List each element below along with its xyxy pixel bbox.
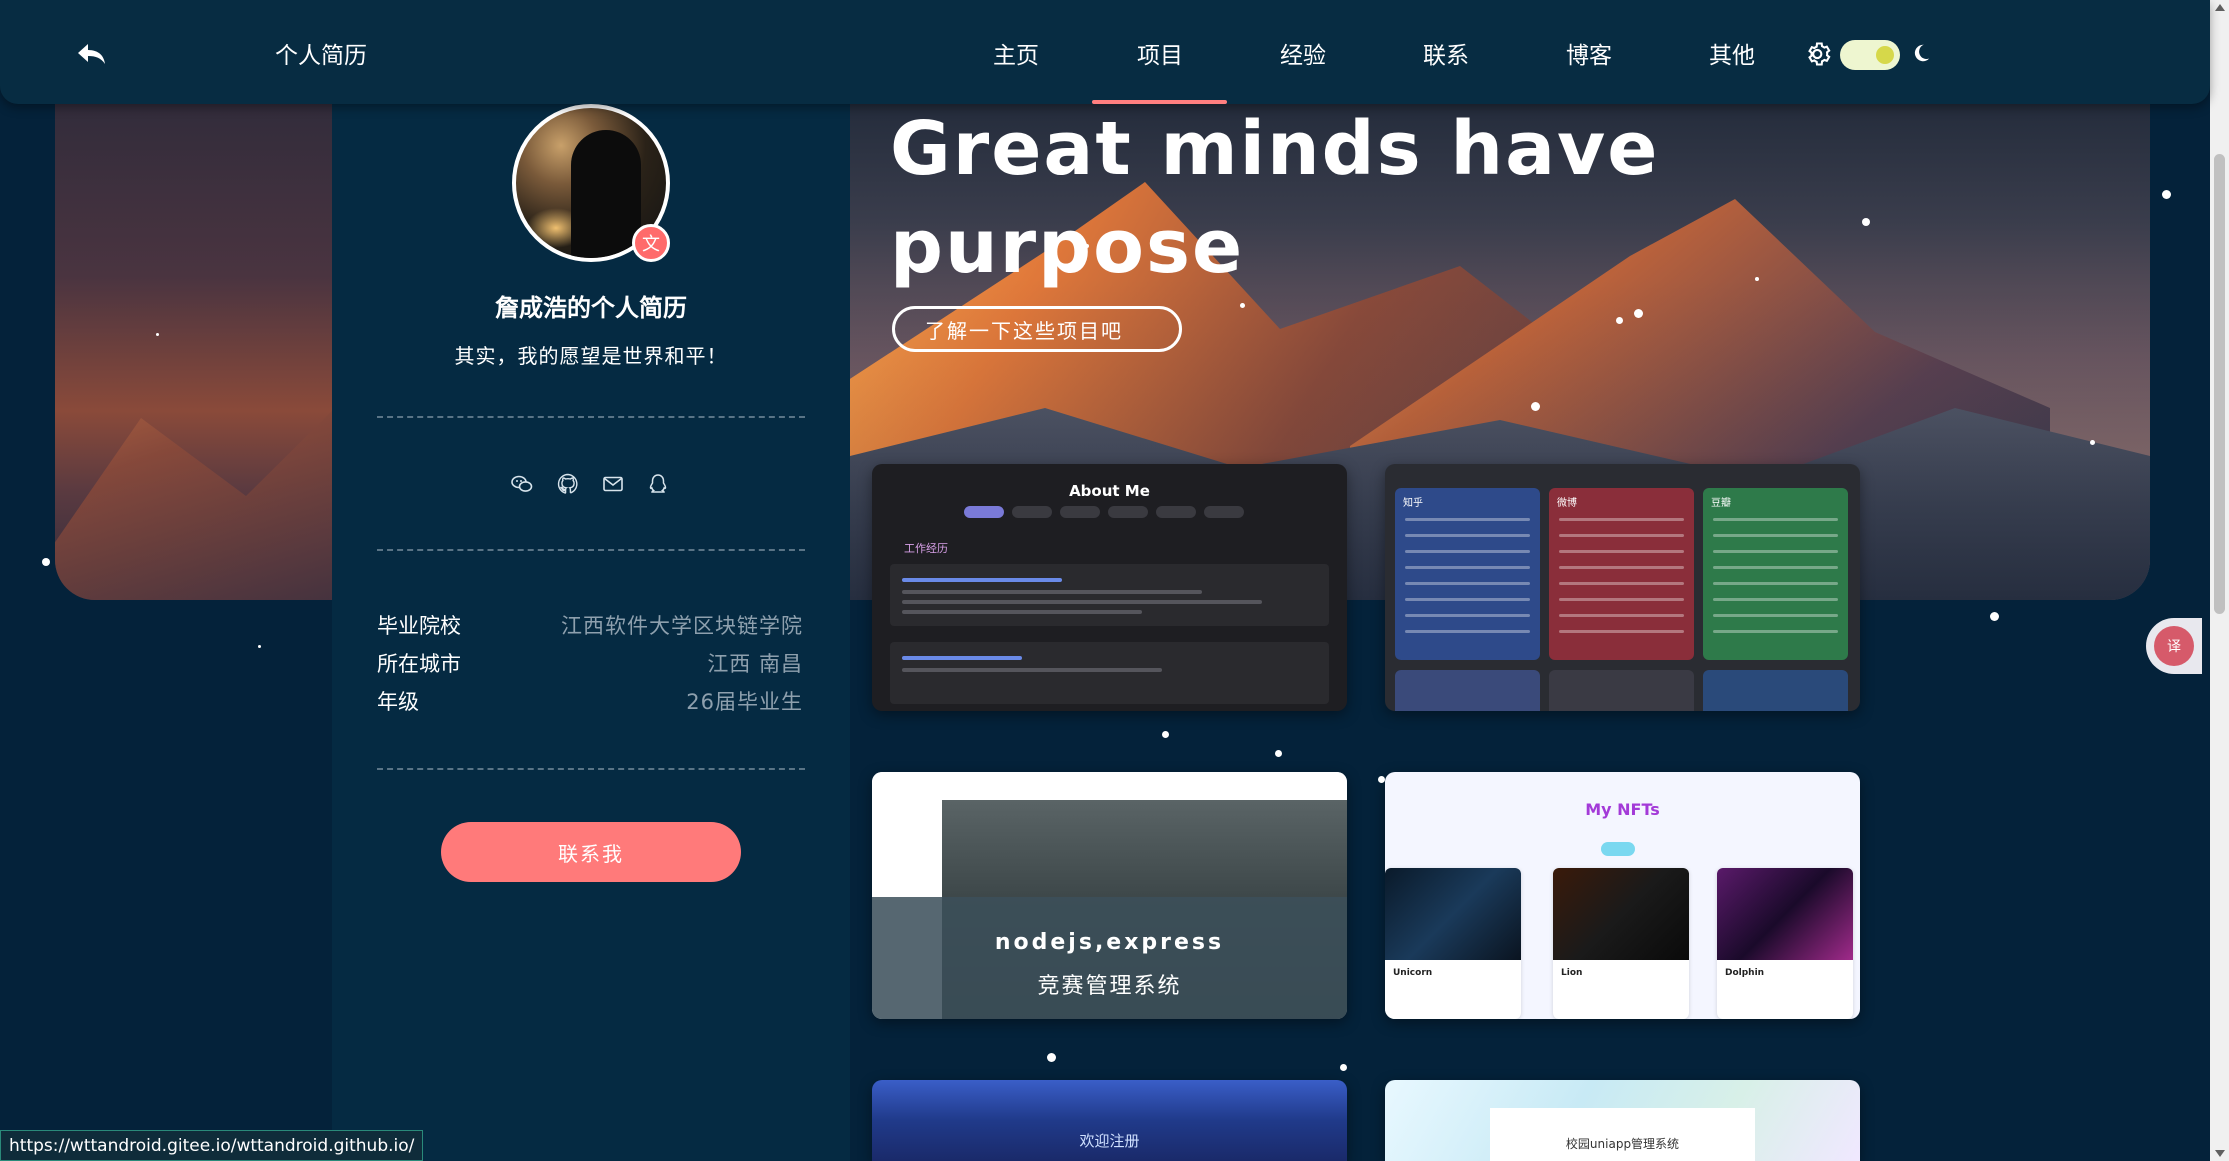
snowflake (1378, 776, 1385, 783)
project-card-uniapp[interactable]: 校园uniapp管理系统 (1385, 1080, 1860, 1161)
nav-blog[interactable]: 博客 (1566, 36, 1612, 70)
translate-button[interactable]: 译 (2146, 618, 2202, 674)
info-label-city: 所在城市 (377, 652, 461, 676)
snowflake (1862, 218, 1870, 226)
scroll-down-icon[interactable] (2215, 1150, 2225, 1157)
language-badge[interactable]: 文 (632, 224, 670, 262)
project-card-register[interactable]: 欢迎注册 (872, 1080, 1347, 1161)
hot-list-column: 豆瓣 (1703, 488, 1848, 660)
snowflake (156, 333, 159, 336)
card-title: My NFTs (1585, 800, 1660, 819)
active-nav-indicator (1092, 100, 1227, 104)
divider (377, 416, 805, 418)
nav-home[interactable]: 主页 (993, 36, 1039, 70)
snowflake (2090, 440, 2095, 445)
github-icon[interactable] (556, 472, 580, 496)
snowflake (1634, 309, 1643, 318)
moon-icon (1914, 44, 1930, 62)
snowflake (1616, 317, 1623, 324)
back-arrow-icon[interactable] (72, 34, 112, 74)
mail-icon[interactable] (601, 472, 625, 496)
divider (377, 768, 805, 770)
hero-title: Great minds have purpose (890, 106, 1660, 290)
profile-name: 詹成浩的个人简历 (495, 294, 687, 322)
explore-projects-button[interactable]: 了解一下这些项目吧 (892, 306, 1182, 352)
card-project-name: 欢迎注册 (1079, 1132, 1140, 1150)
hot-list-column: 知乎 (1395, 488, 1540, 660)
nav-other[interactable]: 其他 (1709, 36, 1755, 70)
experience-box (890, 564, 1329, 626)
theme-toggle[interactable] (1840, 40, 1900, 70)
card-title: About Me (1069, 482, 1150, 500)
info-value-city: 江西 南昌 (707, 652, 803, 676)
info-label-grade: 年级 (377, 690, 419, 714)
background-mountain-left (55, 60, 355, 600)
card-project-name: 校园uniapp管理系统 (1565, 1137, 1680, 1151)
project-card-hot-lists[interactable]: 知乎 微博 豆瓣 (1385, 464, 1860, 711)
snowflake (1275, 750, 1282, 757)
nft-item: Lion (1553, 868, 1689, 1019)
info-label-school: 毕业院校 (377, 614, 461, 638)
card-tabs (964, 506, 1244, 518)
snowflake (1755, 277, 1759, 281)
profile-motto: 其实，我的愿望是世界和平！ (454, 344, 728, 368)
hot-list-column: 微博 (1549, 488, 1694, 660)
top-navigation: 个人简历 主页 项目 经验 联系 博客 其他 (0, 0, 2210, 104)
page-scrollbar[interactable] (2210, 0, 2229, 1161)
status-url: https://wttandroid.gitee.io/wttandroid.g… (0, 1130, 424, 1161)
wechat-icon[interactable] (510, 472, 534, 496)
project-card-competition-system[interactable]: nodejs,express 竞赛管理系统 (872, 772, 1347, 1019)
settings-gear-icon[interactable] (1805, 40, 1833, 68)
snowflake (1240, 303, 1245, 308)
nav-experience[interactable]: 经验 (1280, 36, 1326, 70)
scroll-up-icon[interactable] (2215, 4, 2225, 11)
snowflake (258, 645, 261, 648)
snowflake (1340, 1064, 1347, 1071)
project-card-nfts[interactable]: My NFTs Unicorn Lion Dolphin (1385, 772, 1860, 1019)
nft-item: Dolphin (1717, 868, 1853, 1019)
qq-icon[interactable] (646, 472, 670, 496)
project-card-about-me[interactable]: About Me 工作经历 (872, 464, 1347, 711)
snowflake (1990, 612, 1999, 621)
nav-projects[interactable]: 项目 (1137, 36, 1183, 70)
card-project-name: 竞赛管理系统 (1037, 974, 1182, 999)
card-tech-label: nodejs,express (994, 930, 1225, 955)
experience-box (890, 642, 1329, 704)
info-value-school: 江西软件大学区块链学院 (561, 614, 803, 638)
snowflake (1162, 731, 1169, 738)
snowflake (1085, 244, 1089, 248)
snowflake (1531, 402, 1540, 411)
snowflake (2162, 190, 2171, 199)
contact-me-button[interactable]: 联系我 (441, 822, 741, 882)
info-value-grade: 26届毕业生 (686, 690, 803, 714)
translate-icon: 译 (2154, 626, 2194, 666)
nav-contact[interactable]: 联系 (1423, 36, 1469, 70)
divider (377, 549, 805, 551)
snowflake (42, 558, 50, 566)
card-section-title: 工作经历 (904, 542, 948, 555)
site-brand[interactable]: 个人简历 (275, 36, 367, 70)
snowflake (1047, 1053, 1056, 1062)
nft-item: Unicorn (1385, 868, 1521, 1019)
scrollbar-thumb[interactable] (2214, 154, 2225, 614)
